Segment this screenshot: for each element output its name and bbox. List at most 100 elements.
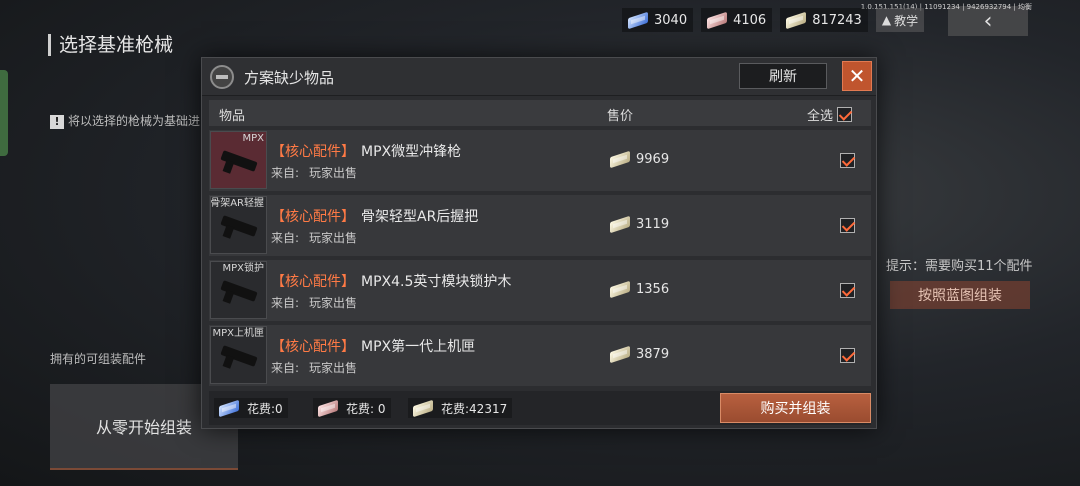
item-source: 来自: 玩家出售 — [271, 229, 357, 246]
table-row[interactable]: MPX上机匣 【核心配件】 MPX第一代上机匣 来自: 玩家出售 3879 — [209, 325, 871, 386]
thumbnail-label: MPX — [242, 133, 264, 144]
item-list: MPX 【核心配件】 MPX微型冲锋枪 来自: 玩家出售 9969 骨架AR轻握 【… — [209, 130, 871, 390]
source-value: 玩家出售 — [309, 296, 358, 310]
item-source: 来自: 玩家出售 — [271, 164, 357, 181]
select-all-checkbox[interactable] — [837, 107, 853, 122]
currency-bar: 3040 4106 817243 ▲ 教学 — [622, 8, 925, 32]
thumbnail-label: MPX锁护 — [222, 263, 264, 274]
table-row[interactable]: MPX 【核心配件】 MPX微型冲锋枪 来自: 玩家出售 9969 — [209, 130, 871, 191]
gold-bill-icon — [610, 345, 630, 364]
item-tag: 【核心配件】 — [271, 209, 355, 225]
item-thumbnail: MPX — [210, 131, 267, 189]
item-name: 【核心配件】 骨架轻型AR后握把 — [271, 206, 478, 226]
cost-value: 花费: 0 — [346, 401, 386, 416]
currency-value: 817243 — [812, 12, 862, 28]
item-title: MPX第一代上机匣 — [361, 339, 476, 355]
dialog-footer: 花费:0 花费: 0 花费:42317 购买并组装 — [209, 391, 871, 425]
gold-bill-icon — [610, 215, 630, 234]
source-label: 来自: — [271, 231, 300, 245]
tutorial-icon: ▲ — [881, 13, 892, 27]
dialog-logo-icon — [210, 65, 234, 89]
base-weapon-note: ! 将以选择的枪械为基础进 — [50, 112, 200, 129]
item-source: 来自: 玩家出售 — [271, 294, 357, 311]
owned-parts-label: 拥有的可组装配件 — [50, 352, 147, 366]
parts-hint: 提示：需要购买11个配件 — [886, 259, 1033, 274]
item-thumbnail: 骨架AR轻握 — [210, 196, 267, 254]
item-tag: 【核心配件】 — [271, 274, 355, 290]
item-tag: 【核心配件】 — [271, 144, 355, 160]
item-source: 来自: 玩家出售 — [271, 359, 357, 376]
warning-icon: ! — [50, 115, 64, 129]
thumbnail-label: 骨架AR轻握 — [210, 198, 264, 209]
item-name: 【核心配件】 MPX第一代上机匣 — [271, 336, 475, 356]
item-name: 【核心配件】 MPX4.5英寸模块锁护木 — [271, 271, 511, 291]
item-price: 3119 — [610, 215, 669, 234]
row-checkbox[interactable] — [840, 218, 855, 233]
buy-and-assemble-button[interactable]: 购买并组装 — [720, 393, 871, 423]
dialog-title: 方案缺少物品 — [244, 69, 335, 87]
price-value: 9969 — [636, 152, 670, 167]
close-button[interactable]: ✕ — [842, 61, 872, 91]
gold-bill-icon — [786, 11, 807, 29]
grip-icon — [220, 215, 258, 237]
item-title: 骨架轻型AR后握把 — [361, 209, 479, 225]
tutorial-button[interactable]: ▲ 教学 — [875, 8, 925, 32]
table-row[interactable]: MPX锁护 【核心配件】 MPX4.5英寸模块锁护木 来自: 玩家出售 1356 — [209, 260, 871, 321]
gold-bill-icon — [413, 399, 433, 417]
item-thumbnail: MPX锁护 — [210, 261, 267, 319]
handguard-icon — [220, 280, 258, 302]
currency-red: 4106 — [701, 8, 773, 32]
dialog-header: 方案缺少物品 刷新 ✕ — [202, 58, 876, 96]
note-text: 将以选择的枪械为基础进 — [68, 114, 201, 128]
select-all-label: 全选 — [807, 109, 834, 124]
source-value: 玩家出售 — [309, 231, 358, 245]
currency-value: 3040 — [654, 12, 688, 28]
cost-gold: 花费:42317 — [408, 398, 513, 418]
currency-blue: 3040 — [622, 8, 694, 32]
refresh-button[interactable]: 刷新 — [739, 63, 827, 89]
currency-value: 4106 — [733, 12, 767, 28]
red-bill-icon — [707, 11, 728, 29]
row-checkbox[interactable] — [840, 153, 855, 168]
source-label: 来自: — [271, 296, 300, 310]
tutorial-label: 教学 — [894, 13, 919, 28]
red-bill-icon — [318, 399, 338, 417]
source-label: 来自: — [271, 166, 300, 180]
table-row[interactable]: 骨架AR轻握 【核心配件】 骨架轻型AR后握把 来自: 玩家出售 3119 — [209, 195, 871, 256]
page-title: 选择基准枪械 — [48, 34, 173, 56]
price-value: 3879 — [636, 347, 670, 362]
side-tab[interactable] — [0, 70, 8, 156]
select-all[interactable]: 全选 — [807, 105, 853, 124]
blue-bill-icon — [219, 399, 239, 417]
item-title: MPX微型冲锋枪 — [361, 144, 462, 160]
gold-bill-icon — [610, 280, 630, 299]
column-price: 售价 — [607, 109, 634, 124]
table-header: 物品 售价 全选 — [209, 100, 871, 126]
item-tag: 【核心配件】 — [271, 339, 355, 355]
cost-value: 花费:42317 — [441, 401, 508, 416]
assemble-by-blueprint-button[interactable]: 按照蓝图组装 — [890, 281, 1030, 309]
row-checkbox[interactable] — [840, 348, 855, 363]
back-arrow-icon: ‹ — [983, 8, 993, 34]
gold-bill-icon — [610, 150, 630, 169]
cost-red: 花费: 0 — [313, 398, 391, 418]
source-value: 玩家出售 — [309, 166, 358, 180]
column-item: 物品 — [219, 109, 246, 124]
source-value: 玩家出售 — [309, 361, 358, 375]
thumbnail-label: MPX上机匣 — [212, 328, 264, 339]
item-title: MPX4.5英寸模块锁护木 — [361, 274, 512, 290]
missing-items-dialog: 方案缺少物品 刷新 ✕ 物品 售价 全选 MPX 【核心配件】 MPX微型冲锋枪 … — [201, 57, 877, 429]
close-icon: ✕ — [848, 64, 866, 88]
currency-gold: 817243 — [780, 8, 868, 32]
item-price: 3879 — [610, 345, 670, 364]
cost-value: 花费:0 — [247, 401, 283, 416]
blue-bill-icon — [628, 11, 648, 29]
row-checkbox[interactable] — [840, 283, 855, 298]
source-label: 来自: — [271, 361, 300, 375]
gun-icon — [220, 150, 258, 172]
item-price: 1356 — [610, 280, 670, 299]
item-thumbnail: MPX上机匣 — [210, 326, 267, 384]
price-value: 1356 — [636, 282, 670, 297]
item-price: 9969 — [610, 150, 670, 169]
receiver-icon — [220, 345, 258, 367]
